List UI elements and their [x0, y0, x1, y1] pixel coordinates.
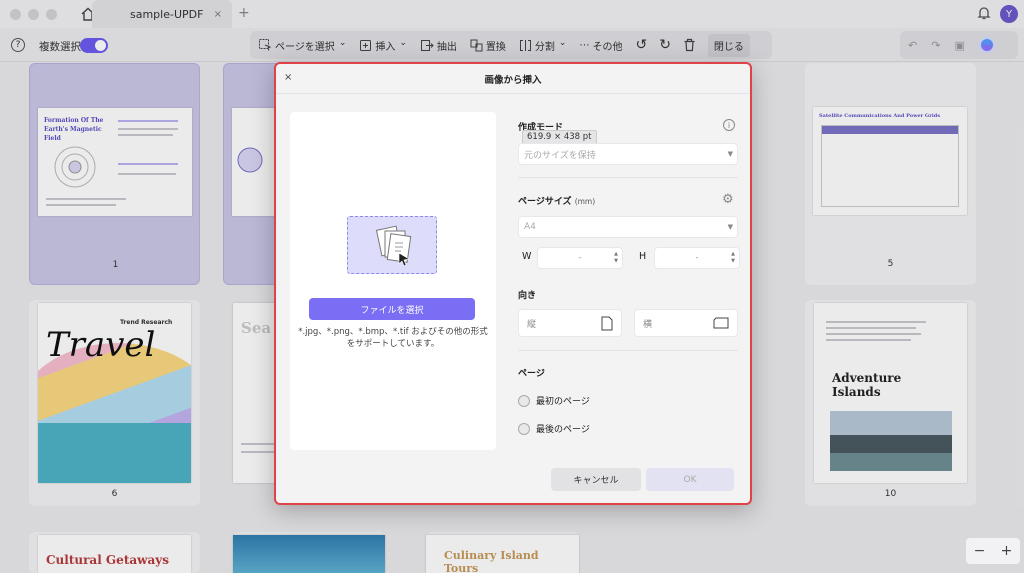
landscape-label: 横 [643, 319, 653, 330]
last-page-radio[interactable]: 最後のページ [518, 422, 590, 435]
last-page-label: 最後のページ [536, 425, 590, 435]
creation-mode-select[interactable]: 元のサイズを保持 ▼ [518, 143, 738, 165]
zoom-in-button[interactable]: + [1001, 543, 1013, 559]
width-label: W [522, 251, 532, 262]
height-stepper[interactable]: - ▲ ▼ [654, 247, 740, 269]
size-tooltip: 619.9 × 438 pt [522, 130, 597, 144]
supported-formats-text: *.jpg、*.png、*.bmp、*.tif およびその他の形式をサポートして… [298, 327, 488, 349]
first-page-radio[interactable]: 最初のページ [518, 394, 590, 407]
creation-mode-value: 元のサイズを保持 [524, 150, 596, 161]
dialog-close-icon[interactable]: × [284, 72, 292, 83]
zoom-out-button[interactable]: − [974, 543, 986, 559]
dialog-header: 画像から挿入 [276, 64, 750, 94]
divider [518, 350, 738, 351]
height-label: H [639, 251, 647, 262]
page-size-text: ページサイズ [518, 197, 572, 207]
page-size-value: A4 [524, 222, 536, 232]
image-drop-zone[interactable] [347, 216, 437, 274]
portrait-option[interactable]: 縦 [518, 309, 622, 337]
portrait-label: 縦 [527, 319, 537, 330]
zoom-control: − + [966, 538, 1020, 564]
page-position-label: ページ [518, 369, 545, 379]
page-size-select[interactable]: A4 ▼ [518, 216, 738, 238]
chevron-down-icon: ▼ [727, 223, 733, 231]
cancel-button[interactable]: キャンセル [551, 468, 641, 491]
radio-circle[interactable] [518, 422, 530, 435]
width-stepper[interactable]: - ▲ ▼ [537, 247, 623, 269]
portrait-page-icon [601, 316, 613, 330]
divider [518, 177, 738, 178]
stepper-arrows-icon[interactable]: ▲ ▼ [731, 251, 735, 265]
landscape-option[interactable]: 横 [634, 309, 738, 337]
width-value: - [578, 253, 582, 263]
page-size-label: ページサイズ (mm) [518, 194, 595, 207]
select-file-button[interactable]: ファイルを選択 [309, 298, 475, 320]
stepper-arrows-icon[interactable]: ▲ ▼ [614, 251, 618, 265]
dialog-title: 画像から挿入 [484, 74, 542, 86]
insert-from-image-dialog: 画像から挿入 × ファイルを選択 *.jpg、*.png、*.bmp、*.tif… [274, 62, 752, 505]
files-icon [375, 225, 412, 267]
ok-button[interactable]: OK [646, 468, 734, 491]
landscape-page-icon [713, 317, 729, 329]
info-icon[interactable]: i [723, 119, 735, 131]
radio-circle[interactable] [518, 394, 530, 407]
height-value: - [695, 253, 699, 263]
image-drop-panel: ファイルを選択 *.jpg、*.png、*.bmp、*.tif およびその他の形… [290, 112, 496, 450]
gear-icon[interactable]: ⚙ [722, 192, 734, 207]
chevron-down-icon: ▼ [727, 150, 733, 158]
first-page-label: 最初のページ [536, 397, 590, 407]
page-size-unit: (mm) [574, 197, 596, 206]
orientation-label: 向き [518, 291, 537, 301]
